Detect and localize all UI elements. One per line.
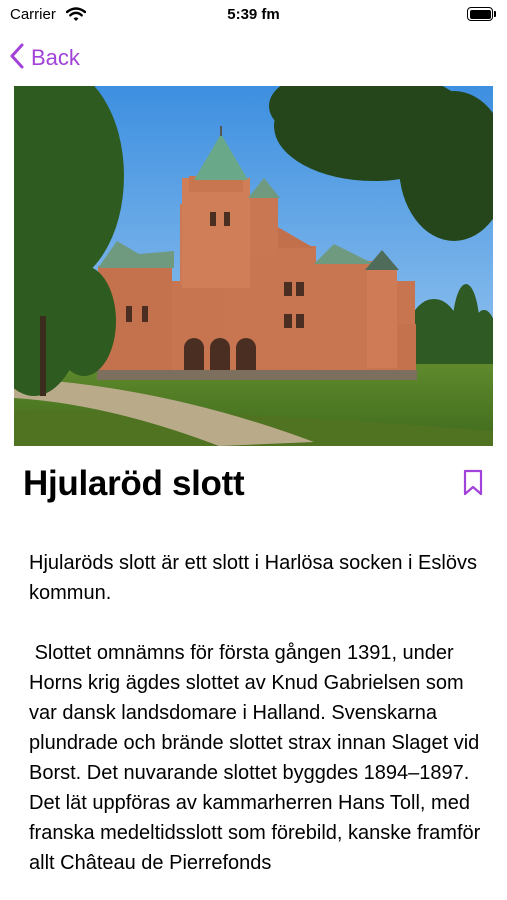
status-time: 5:39 fm [227,6,280,23]
bookmark-icon [461,469,485,502]
battery-icon [467,7,497,21]
status-bar: Carrier 5:39 fm [0,0,507,30]
navigation-bar: Back [0,36,507,80]
article-paragraph-1: Hjularöds slott är ett slott i Harlösa s… [29,552,483,604]
back-label: Back [31,45,80,70]
back-button[interactable]: Back [10,40,80,76]
article-paragraph-2: Slottet omnämns för första gången 1391, … [29,642,486,874]
page-title: Hjularöd slott [23,464,245,503]
castle-photo [14,86,493,446]
bookmark-button[interactable] [461,468,485,498]
title-row: Hjularöd slott [0,456,507,516]
article-body: Hjularöds slott är ett slott i Harlösa s… [29,548,489,888]
chevron-left-icon [10,43,24,74]
